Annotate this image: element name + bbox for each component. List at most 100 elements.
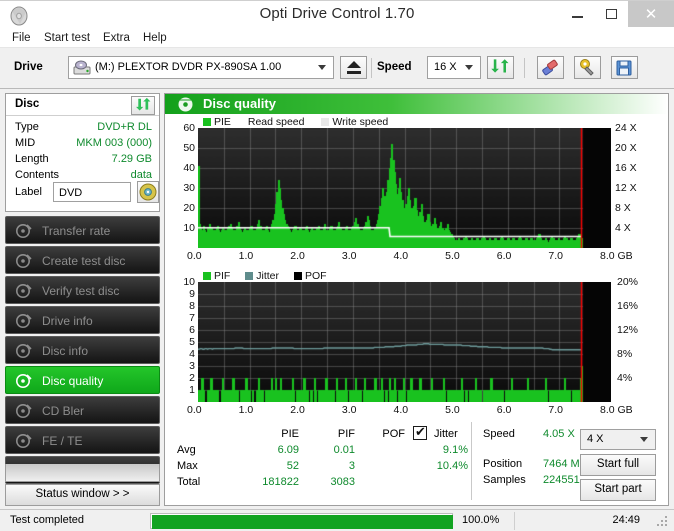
y-tick-left: 60: [183, 122, 195, 134]
title-bar: Opti Drive Control 1.70 ✕: [0, 0, 674, 29]
stats-max-pie: 52: [286, 460, 299, 472]
y-tick-left: 9: [189, 288, 195, 300]
x-tick: 2.0: [290, 250, 305, 262]
x-tick: 7.0: [548, 250, 563, 262]
legend-swatch-pof: [293, 272, 302, 280]
speed-value: 16 X: [434, 61, 457, 73]
sidebar-item-transfer-rate[interactable]: Transfer rate: [5, 216, 160, 244]
legend-swatch-write-speed: [321, 118, 330, 126]
y-tick-left: 8: [189, 300, 195, 312]
y-tick-left: 50: [183, 142, 195, 154]
minimize-button[interactable]: [560, 1, 594, 27]
eraser-button[interactable]: [537, 56, 564, 79]
y-tick-left: 40: [183, 162, 195, 174]
settings-button[interactable]: [574, 56, 601, 79]
sidebar-item-disc-info[interactable]: Disc info: [5, 336, 160, 364]
legend-label-read-speed: Read speed: [247, 116, 305, 128]
disc-row-value: data: [130, 169, 152, 181]
x-tick: 7.0: [548, 404, 563, 416]
sidebar-item-label: Drive info: [42, 314, 93, 328]
disc-test-icon: [15, 432, 33, 450]
drive-select[interactable]: (M:) PLEXTOR DVDR PX-890SA 1.00: [68, 56, 334, 79]
close-button[interactable]: ✕: [628, 1, 674, 27]
disc-panel: Disc Type DVD+R DL MID MKM 003 (000) Len…: [5, 93, 160, 212]
drive-value: (M:) PLEXTOR DVDR PX-890SA 1.00: [95, 61, 282, 73]
eject-button[interactable]: [340, 56, 367, 79]
speed-readout-label: Speed: [483, 428, 515, 440]
samples-readout-label: Samples: [483, 474, 526, 486]
stats-max-jitter: 10.4%: [436, 460, 468, 472]
menu-item-start-test[interactable]: Start test: [40, 32, 94, 44]
y-tick-right: 8%: [617, 348, 633, 360]
stats-avg-pif: 0.01: [333, 444, 355, 456]
x-tick: 1.0: [238, 250, 254, 262]
sidebar-item-create-test-disc[interactable]: Create test disc: [5, 246, 160, 274]
disc-row-value: MKM 003 (000): [76, 137, 152, 149]
resize-grip[interactable]: [657, 516, 669, 528]
stats-max-pif: 3: [348, 460, 355, 472]
legend-swatch-jitter: [245, 272, 254, 280]
samples-readout-value: 224551: [543, 474, 580, 486]
sidebar-item-label: Create test disc: [42, 254, 126, 268]
start-part-button[interactable]: Start part: [580, 479, 656, 501]
sidebar-item-cd-bler[interactable]: CD Bler: [5, 396, 160, 424]
disc-row-key: MID: [15, 137, 36, 149]
x-tick: 5.0: [445, 404, 460, 416]
stats-avg-jitter: 9.1%: [442, 444, 468, 456]
sidebar-item-verify-test-disc[interactable]: Verify test disc: [5, 276, 160, 304]
menu-item-file[interactable]: File: [8, 32, 35, 44]
y-tick-left: 6: [189, 324, 195, 336]
sidebar-item-label: FE / TE: [42, 434, 83, 448]
legend-swatch-pif: [203, 272, 211, 280]
maximize-button[interactable]: [594, 1, 628, 27]
save-button[interactable]: [611, 56, 638, 79]
stats-row-label-total: Total: [177, 476, 201, 488]
stats-header-pie: PIE: [281, 428, 299, 440]
disc-row-mid: MID MKM 003 (000): [6, 137, 159, 153]
y-tick-left: 3: [189, 360, 195, 372]
disc-test-icon: [15, 282, 33, 300]
test-speed-value: 4 X: [587, 433, 604, 445]
disc-row-length: Length 7.29 GB: [6, 153, 159, 169]
progress-bar: [150, 513, 453, 529]
sidebar-item-label: CD Bler: [42, 404, 85, 418]
legend-label-write-speed: Write speed: [332, 116, 389, 128]
speed-select[interactable]: 16 X: [427, 56, 481, 79]
sidebar-nav: Transfer rate Create test disc Verify test…: [5, 216, 160, 486]
sidebar-item-fe-te[interactable]: FE / TE: [5, 426, 160, 454]
sidebar-item-drive-info[interactable]: Drive info: [5, 306, 160, 334]
elapsed-time: 24:49: [612, 514, 640, 526]
x-tick: 8.0 GB: [600, 250, 633, 262]
sidebar-item-disc-quality[interactable]: Disc quality: [5, 366, 160, 394]
legend-pie-chart: PIE Read speed Write speed: [203, 116, 388, 128]
refresh-button[interactable]: [487, 56, 514, 79]
label-disc-button[interactable]: [137, 181, 159, 203]
y-tick-right: 24 X: [615, 122, 637, 134]
speed-readout-value: 4.05 X: [543, 428, 575, 440]
disc-row-key: Type: [15, 121, 39, 133]
test-speed-select[interactable]: 4 X: [580, 429, 656, 450]
x-tick: 5.0: [445, 250, 460, 262]
x-tick: 6.0: [496, 250, 512, 262]
start-full-button[interactable]: Start full: [580, 454, 656, 476]
y-tick-left: 10: [183, 222, 195, 234]
y-tick-right: 4%: [617, 372, 633, 384]
x-tick: 4.0: [393, 404, 409, 416]
menu-item-help[interactable]: Help: [139, 32, 171, 44]
x-tick: 3.0: [341, 250, 357, 262]
stats-row-label-max: Max: [177, 460, 198, 472]
stats-row-label-avg: Avg: [177, 444, 196, 456]
status-window-button[interactable]: Status window > >: [5, 484, 160, 506]
disc-test-icon: [15, 222, 33, 240]
sidebar-item-label: Verify test disc: [42, 284, 120, 298]
disc-refresh-button[interactable]: [131, 96, 155, 115]
menu-item-extra[interactable]: Extra: [99, 32, 134, 44]
jitter-checkbox[interactable]: [413, 424, 427, 440]
y-tick-right: 20 X: [615, 142, 637, 154]
legend-swatch-pie: [203, 118, 211, 126]
disc-row-value: 7.29 GB: [111, 153, 152, 165]
label-input[interactable]: [53, 182, 131, 202]
x-tick: 0.0: [187, 250, 202, 262]
disc-row-type: Type DVD+R DL: [6, 121, 159, 137]
speed-label: Speed: [377, 61, 412, 73]
